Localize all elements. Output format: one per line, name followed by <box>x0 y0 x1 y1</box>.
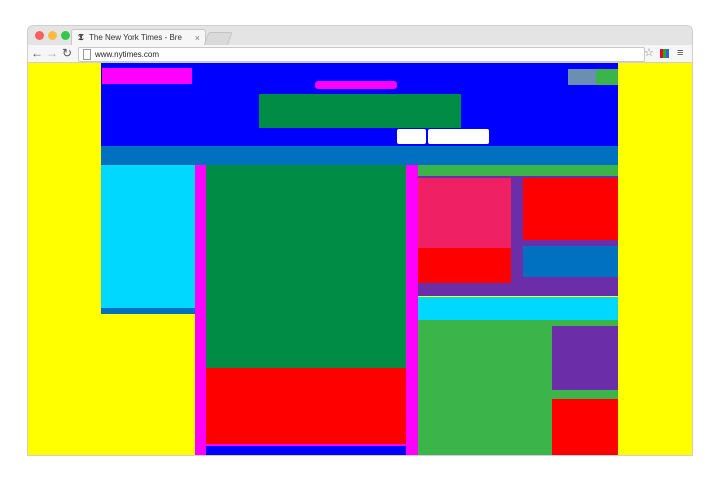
title-bar: 𝕿 The New York Times - Bre × <box>28 26 692 46</box>
search-input[interactable] <box>428 129 489 144</box>
center-column-footer <box>206 446 406 455</box>
left-column-divider <box>101 308 195 314</box>
minimize-window-button[interactable] <box>48 31 57 40</box>
extension-icon[interactable] <box>660 49 669 58</box>
address-bar[interactable]: www.nytimes.com <box>78 47 645 62</box>
tab-title: The New York Times - Bre <box>89 33 182 42</box>
lead-story-image[interactable] <box>206 165 406 368</box>
back-arrow-icon[interactable]: ← <box>31 46 43 61</box>
promo-caption-2[interactable] <box>523 246 618 277</box>
page-icon <box>83 49 91 60</box>
nyt-logo[interactable] <box>259 94 461 128</box>
bookmark-star-icon[interactable]: ☆ <box>644 46 654 61</box>
lead-story-summary[interactable] <box>206 368 406 444</box>
right-column-header <box>418 165 618 176</box>
page-viewport <box>28 63 692 455</box>
promo-image-2[interactable] <box>523 178 618 240</box>
reload-icon[interactable]: ↻ <box>61 46 73 61</box>
hamburger-menu-icon[interactable]: ≡ <box>677 46 683 61</box>
search-button[interactable] <box>397 129 426 144</box>
nyt-favicon-icon: 𝕿 <box>78 33 84 43</box>
maximize-window-button[interactable] <box>61 31 70 40</box>
promo-caption-1[interactable] <box>418 248 511 283</box>
url-text[interactable]: www.nytimes.com <box>95 48 159 61</box>
date-bar <box>315 81 397 89</box>
feature-ad[interactable] <box>552 399 618 455</box>
login-button[interactable] <box>596 69 618 85</box>
forward-arrow-icon[interactable]: → <box>46 46 58 61</box>
browser-toolbar: ← → ↻ www.nytimes.com ☆ ≡ <box>28 45 692 63</box>
close-window-button[interactable] <box>35 31 44 40</box>
browser-window: 𝕿 The New York Times - Bre × ← → ↻ www.n… <box>28 26 692 455</box>
subscribe-button[interactable] <box>568 69 596 85</box>
sections-button[interactable] <box>102 68 192 84</box>
tab-close-icon[interactable]: × <box>195 30 200 46</box>
left-column-block[interactable] <box>101 165 195 310</box>
browser-tab[interactable]: 𝕿 The New York Times - Bre × <box>71 29 206 46</box>
new-tab-button[interactable] <box>203 32 233 46</box>
feature-thumbnail[interactable] <box>552 326 618 390</box>
right-column-banner[interactable] <box>418 297 618 320</box>
section-nav-bar[interactable] <box>101 146 618 165</box>
promo-image-1[interactable] <box>418 178 511 248</box>
